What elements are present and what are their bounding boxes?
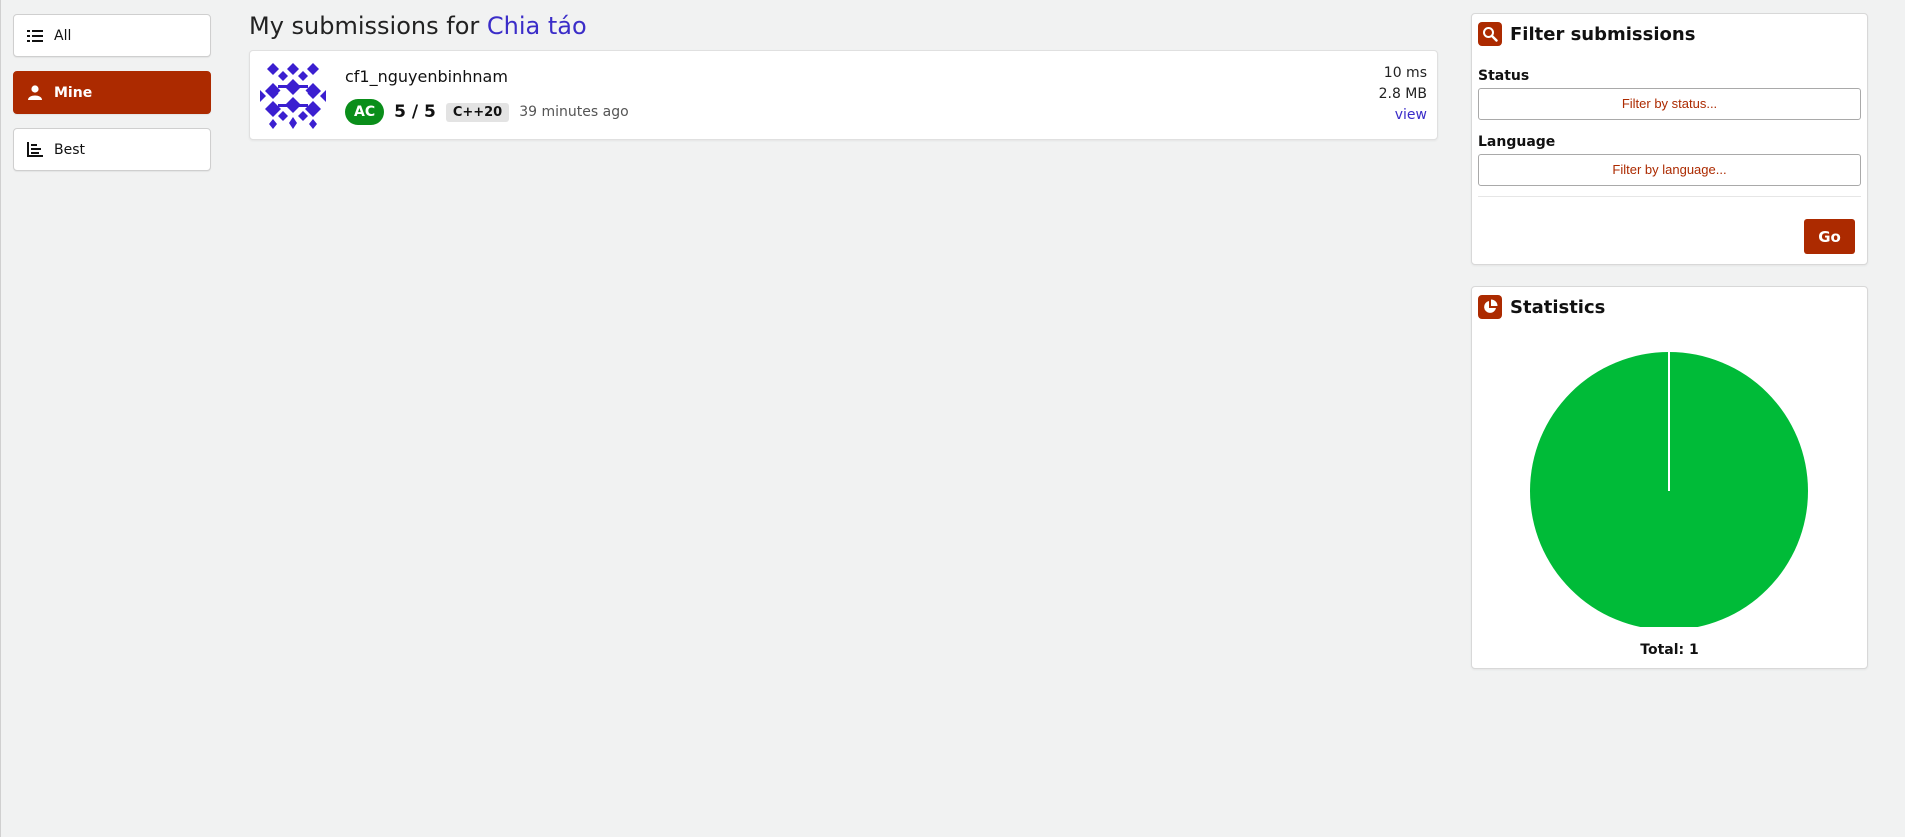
go-button[interactable]: Go — [1804, 219, 1855, 254]
search-icon — [1478, 22, 1502, 46]
status-badge: AC — [345, 99, 385, 125]
statistics-panel-title: Statistics — [1510, 296, 1606, 318]
submission-time: 39 minutes ago — [519, 104, 629, 120]
submission-filter-nav: All Mine Best — [13, 14, 211, 185]
nav-item-all[interactable]: All — [13, 14, 211, 57]
nav-item-best[interactable]: Best — [13, 128, 211, 171]
page-title: My submissions for Chia táo — [249, 12, 587, 40]
statistics-panel-header: Statistics — [1472, 287, 1867, 327]
pie-chart-icon — [1478, 295, 1502, 319]
language-select[interactable]: Filter by language... — [1478, 154, 1861, 186]
status-label: Status — [1478, 68, 1530, 84]
submission-runtime: 10 ms — [1383, 65, 1427, 81]
filter-panel: Filter submissions Status Filter by stat… — [1471, 13, 1868, 265]
filter-panel-title: Filter submissions — [1510, 23, 1696, 45]
avatar[interactable] — [260, 63, 326, 129]
page-title-prefix: My submissions for — [249, 12, 480, 40]
bar-chart-icon — [26, 141, 44, 159]
nav-item-label: All — [54, 27, 72, 44]
nav-item-label: Mine — [54, 84, 93, 101]
filter-divider — [1478, 196, 1861, 197]
submission-user[interactable]: cf1_nguyenbinhnam — [345, 67, 508, 86]
submission-resources: 10 ms 2.8 MB view — [1379, 63, 1427, 126]
submission-meta: AC 5 / 5 C++20 39 minutes ago — [345, 99, 629, 125]
problem-link[interactable]: Chia táo — [487, 12, 587, 40]
filter-panel-header: Filter submissions — [1472, 14, 1867, 54]
submission-row: cf1_nguyenbinhnam AC 5 / 5 C++20 39 minu… — [249, 50, 1438, 140]
statistics-panel: Statistics Total: 1 — [1471, 286, 1868, 669]
language-label: Language — [1478, 134, 1556, 150]
status-select[interactable]: Filter by status... — [1478, 88, 1861, 120]
submission-score: 5 / 5 — [394, 102, 436, 122]
user-icon — [26, 84, 44, 102]
language-badge: C++20 — [445, 102, 510, 122]
nav-item-label: Best — [54, 141, 86, 158]
statistics-total: Total: 1 — [1640, 642, 1699, 658]
view-link[interactable]: view — [1395, 107, 1427, 123]
nav-item-mine[interactable]: Mine — [13, 71, 211, 114]
pie-chart — [1530, 352, 1808, 630]
list-icon — [26, 27, 44, 45]
submission-memory: 2.8 MB — [1378, 86, 1427, 102]
pie-chart-area — [1472, 327, 1867, 630]
